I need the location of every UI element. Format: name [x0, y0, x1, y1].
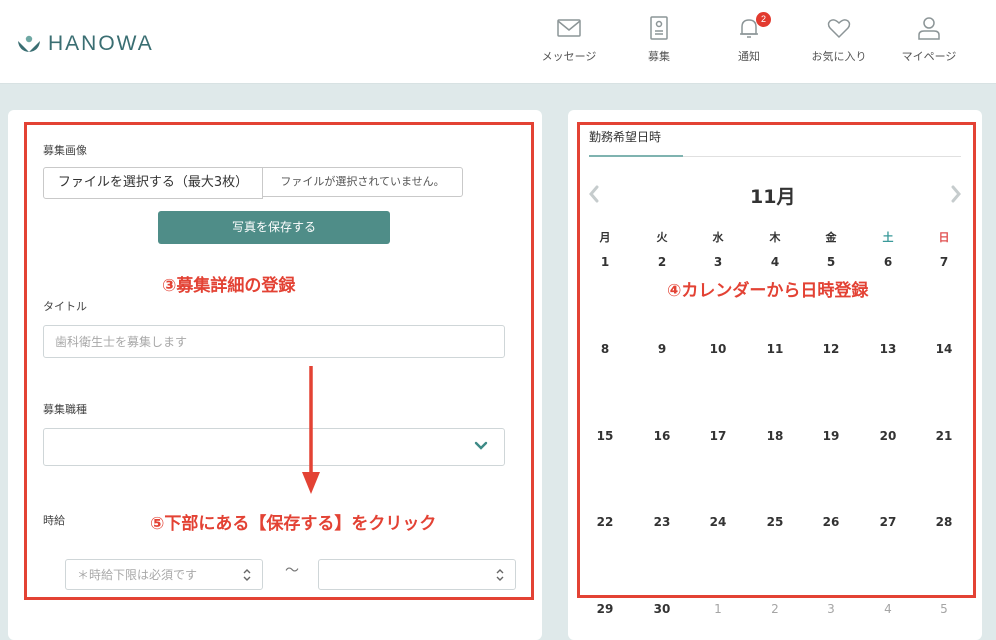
- calendar-day[interactable]: 2: [755, 602, 795, 616]
- nav-messages[interactable]: メッセージ: [524, 14, 614, 64]
- main-nav: メッセージ 募集 2 通知 お気に入り マイページ: [524, 12, 974, 64]
- calendar-day[interactable]: 3: [811, 602, 851, 616]
- nav-recruit[interactable]: 募集: [614, 14, 704, 64]
- heart-icon: [827, 19, 851, 39]
- nav-messages-label: メッセージ: [541, 50, 597, 63]
- nav-recruit-label: 募集: [648, 50, 670, 63]
- nav-favorites[interactable]: お気に入り: [794, 14, 884, 64]
- calendar-highlight-box: [577, 122, 976, 598]
- calendar-day[interactable]: 30: [642, 602, 682, 616]
- top-header: HANOWA メッセージ 募集 2 通知 お気に入り マイページ: [0, 0, 996, 84]
- logo-text: HANOWA: [48, 32, 154, 55]
- calendar-day[interactable]: 29: [585, 602, 625, 616]
- hanowa-logo[interactable]: HANOWA: [16, 32, 154, 56]
- nav-favorites-label: お気に入り: [811, 50, 867, 63]
- logo-mark-icon: [18, 35, 40, 52]
- calendar-day[interactable]: 1: [698, 602, 738, 616]
- form-highlight-box: [24, 122, 534, 600]
- nav-mypage[interactable]: マイページ: [884, 14, 974, 64]
- notification-badge: 2: [756, 12, 771, 27]
- document-icon: [650, 16, 668, 40]
- calendar-day[interactable]: 4: [868, 602, 908, 616]
- envelope-icon: [557, 19, 581, 37]
- nav-mypage-label: マイページ: [901, 50, 957, 63]
- nav-notifications-label: 通知: [738, 50, 760, 63]
- user-icon: [918, 17, 940, 40]
- nav-notifications[interactable]: 2 通知: [704, 12, 794, 64]
- calendar-day[interactable]: 5: [924, 602, 964, 616]
